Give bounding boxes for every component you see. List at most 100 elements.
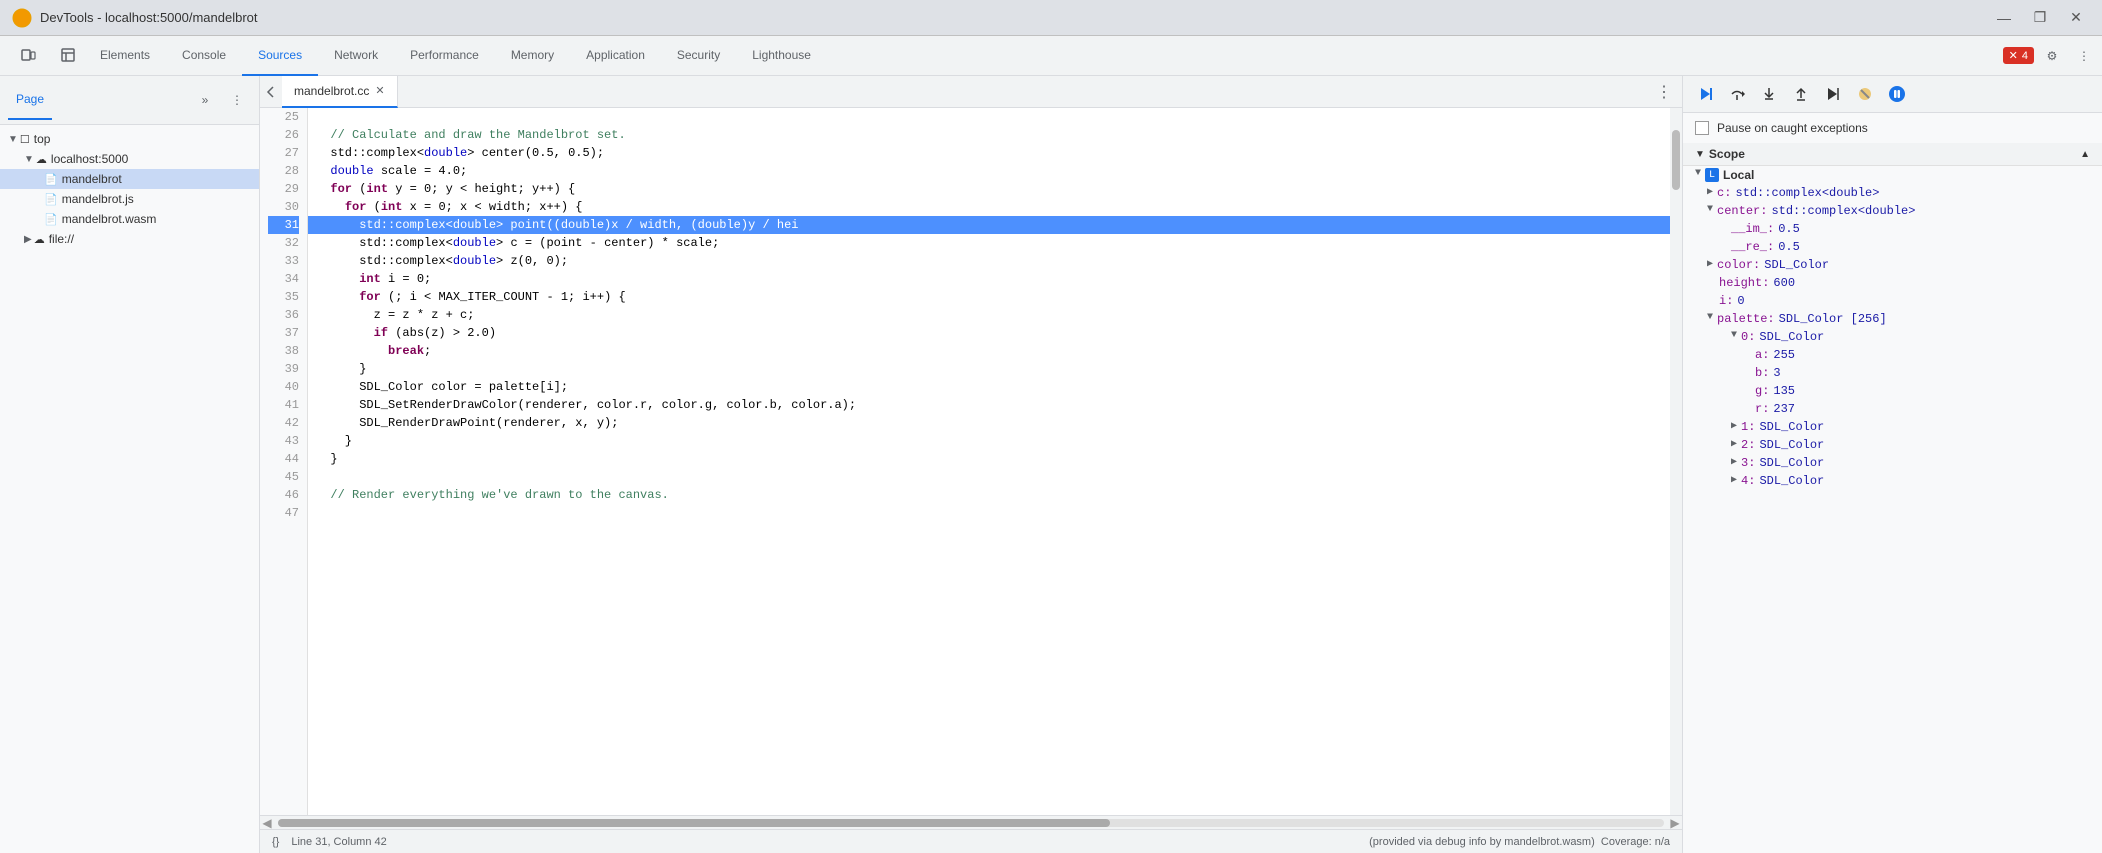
code-line-43: } [308, 432, 1670, 450]
tab-elements[interactable]: Elements [84, 36, 166, 76]
maximize-button[interactable]: ❐ [2026, 8, 2054, 28]
scope-center[interactable]: ▼ center: std::complex<double> [1683, 202, 2102, 220]
editor-tab-mandelbrot[interactable]: mandelbrot.cc ✕ [282, 76, 398, 108]
tab-memory[interactable]: Memory [495, 36, 570, 76]
tab-application[interactable]: Application [570, 36, 661, 76]
settings-button[interactable]: ⚙ [2038, 42, 2066, 70]
scope-expand-all[interactable]: ▲ [2080, 149, 2090, 160]
file-tree: ▼ ☐ top ▼ ☁ localhost:5000 📄 mandelbrot … [0, 125, 259, 853]
file-js-icon: 📄 [44, 193, 58, 206]
close-button[interactable]: ✕ [2062, 8, 2090, 28]
vertical-scrollbar[interactable] [1670, 108, 1682, 815]
nav-right: ✕ 4 ⚙ ⋮ [2003, 42, 2098, 70]
code-line-26: // Calculate and draw the Mandelbrot set… [308, 126, 1670, 144]
tree-item-mandelbrot[interactable]: 📄 mandelbrot [0, 169, 259, 189]
palette-0-arrow: ▼ [1731, 330, 1737, 341]
tree-item-localhost[interactable]: ▼ ☁ localhost:5000 [0, 149, 259, 169]
scope-re-val: 0.5 [1778, 240, 1800, 254]
tree-label-file: file:// [49, 232, 251, 246]
code-line-45 [308, 468, 1670, 486]
tree-arrow-localhost: ▼ [24, 154, 34, 165]
editor-nav-back[interactable] [264, 85, 278, 99]
code-line-33: std::complex<double> z(0, 0); [308, 252, 1670, 270]
pause-exceptions-label: Pause on caught exceptions [1717, 121, 1868, 135]
scope-collapse-arrow: ▼ [1695, 149, 1705, 160]
app-icon [12, 8, 32, 28]
scope-local-header[interactable]: ▼ L Local [1683, 166, 2102, 184]
status-position: Line 31, Column 42 [291, 836, 1369, 848]
scope-palette-0-r: r: 237 [1683, 400, 2102, 418]
scope-im-val: 0.5 [1778, 222, 1800, 236]
sidebar-menu-button[interactable]: ⋮ [223, 86, 251, 114]
code-line-39: } [308, 360, 1670, 378]
scope-palette-1[interactable]: ▶ 1: SDL_Color [1683, 418, 2102, 436]
step-over-button[interactable] [1723, 80, 1751, 108]
scope-section-header[interactable]: ▼ Scope ▲ [1683, 143, 2102, 166]
scope-palette-4[interactable]: ▶ 4: SDL_Color [1683, 472, 2102, 490]
scope-c[interactable]: ▶ c: std::complex<double> [1683, 184, 2102, 202]
tab-security[interactable]: Security [661, 36, 736, 76]
step-button[interactable] [1819, 80, 1847, 108]
tab-sources[interactable]: Sources [242, 36, 318, 76]
scope-palette-2[interactable]: ▶ 2: SDL_Color [1683, 436, 2102, 454]
tab-console[interactable]: Console [166, 36, 242, 76]
sidebar-more-tabs[interactable]: » [191, 86, 219, 114]
scope-palette-2-key: 2: [1741, 438, 1755, 452]
scope-im-key: __im_: [1731, 222, 1774, 236]
tab-lighthouse[interactable]: Lighthouse [736, 36, 827, 76]
code-line-36: z = z * z + c; [308, 306, 1670, 324]
tab-inspector[interactable] [52, 36, 84, 76]
status-coverage: Coverage: n/a [1601, 836, 1670, 848]
file-cc-icon: 📄 [44, 173, 58, 186]
right-panel: Pause on caught exceptions ▼ Scope ▲ ▼ L… [1682, 76, 2102, 853]
sidebar-tab-page[interactable]: Page [8, 80, 52, 120]
deactivate-button[interactable] [1851, 80, 1879, 108]
line-numbers: 25 26 27 28 29 30 31 32 33 34 35 36 37 3… [260, 108, 308, 815]
code-line-47 [308, 504, 1670, 522]
pause-exceptions-checkbox[interactable] [1695, 121, 1709, 135]
pause-button[interactable] [1883, 80, 1911, 108]
scrollbar-thumb [278, 819, 1110, 827]
scope-palette-key: palette: [1717, 312, 1775, 326]
tab-performance[interactable]: Performance [394, 36, 495, 76]
scope-palette-0[interactable]: ▼ 0: SDL_Color [1683, 328, 2102, 346]
tree-item-top[interactable]: ▼ ☐ top [0, 129, 259, 149]
editor-area: mandelbrot.cc ✕ ⋮ 25 26 27 28 29 30 31 3… [260, 76, 1682, 853]
editor-tab-close[interactable]: ✕ [375, 84, 384, 97]
minimize-button[interactable]: — [1990, 8, 2018, 28]
scope-g-key: g: [1755, 384, 1769, 398]
scope-palette-3[interactable]: ▶ 3: SDL_Color [1683, 454, 2102, 472]
scope-palette-0-g: g: 135 [1683, 382, 2102, 400]
scope-color[interactable]: ▶ color: SDL_Color [1683, 256, 2102, 274]
step-out-button[interactable] [1787, 80, 1815, 108]
scope-re: __re_: 0.5 [1683, 238, 2102, 256]
step-into-button[interactable] [1755, 80, 1783, 108]
tab-device-toolbar[interactable] [4, 36, 52, 76]
tree-item-file[interactable]: ▶ ☁ file:// [0, 229, 259, 249]
scope-section: ▼ Scope ▲ ▼ L Local ▶ c: std::complex<do… [1683, 143, 2102, 853]
scroll-left-btn[interactable]: ◀ [260, 816, 274, 830]
scope-b-val: 3 [1773, 366, 1780, 380]
title-bar: DevTools - localhost:5000/mandelbrot — ❐… [0, 0, 2102, 36]
scroll-right-btn[interactable]: ▶ [1668, 816, 1682, 830]
scope-palette[interactable]: ▼ palette: SDL_Color [256] [1683, 310, 2102, 328]
tree-label-top: top [34, 132, 251, 146]
more-options-button[interactable]: ⋮ [2070, 42, 2098, 70]
code-content[interactable]: // Calculate and draw the Mandelbrot set… [308, 108, 1670, 815]
editor-tab-controls: ⋮ [1650, 78, 1678, 106]
horizontal-scrollbar[interactable]: ◀ ▶ [260, 815, 1682, 829]
format-button[interactable]: {} [272, 836, 279, 848]
tree-item-mandelbrot-js[interactable]: 📄 mandelbrot.js [0, 189, 259, 209]
scope-c-key: c: [1717, 186, 1731, 200]
sidebar-tabs: Page » ⋮ [0, 76, 259, 125]
error-badge[interactable]: ✕ 4 [2003, 47, 2034, 64]
editor-format-btn[interactable]: ⋮ [1650, 78, 1678, 106]
resume-button[interactable] [1691, 80, 1719, 108]
scope-r-key: r: [1755, 402, 1769, 416]
tab-network[interactable]: Network [318, 36, 394, 76]
scope-palette-4-key: 4: [1741, 474, 1755, 488]
tree-label-mandelbrot-js: mandelbrot.js [62, 192, 251, 206]
tree-item-mandelbrot-wasm[interactable]: 📄 mandelbrot.wasm [0, 209, 259, 229]
scope-palette-1-val: SDL_Color [1759, 420, 1824, 434]
scope-i-key: i: [1719, 294, 1733, 308]
